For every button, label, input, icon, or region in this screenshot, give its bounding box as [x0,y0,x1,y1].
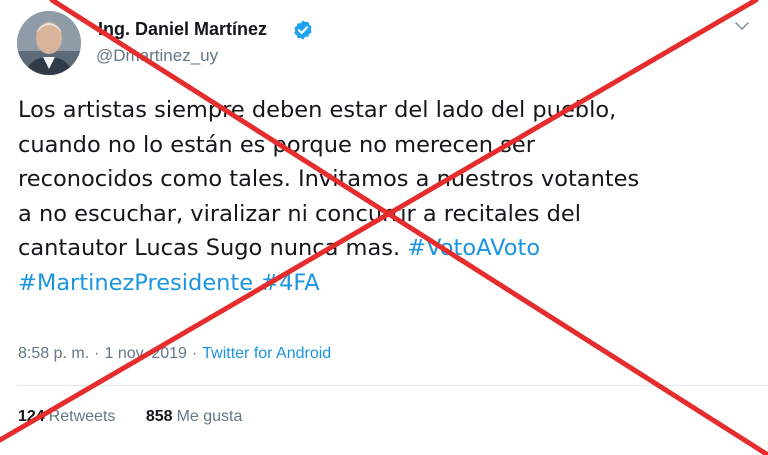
tweet-metadata: 8:58 p. m. · 1 nov. 2019 · Twitter for Andro… [18,345,331,363]
tweet-card: Ing. Daniel Martínez @Dmartinez_uy Los a… [0,0,768,455]
tweet-text: Los artistas siempre deben estar del lad… [18,93,758,301]
tweet-line: reconocidos como tales. Invitamos a nues… [18,166,640,193]
retweets-stat[interactable]: 124 Retweets [18,408,115,425]
chevron-down-icon[interactable] [733,17,751,35]
tweet-time[interactable]: 8:58 p. m. [18,345,89,362]
hashtag-link[interactable]: #VotoAVoto [407,235,540,261]
tweet-date[interactable]: 1 nov. 2019 [104,345,186,362]
tweet-line: cantautor Lucas Sugo nunca mas. #VotoAVo… [18,235,541,262]
avatar[interactable] [17,11,81,75]
tweet-source-link[interactable]: Twitter for Android [202,345,331,362]
retweets-count: 124 [18,408,45,425]
author-name[interactable]: Ing. Daniel Martínez [98,19,267,40]
tweet-line: #MartinezPresidente #4FA [18,266,758,301]
likes-label: Me gusta [176,408,243,425]
tweet-line: Los artistas siempre deben estar del lad… [18,97,617,123]
separator: · [94,345,100,362]
author-handle[interactable]: @Dmartinez_uy [96,46,218,66]
hashtag-link[interactable]: #4FA [260,270,319,296]
retweets-label: Retweets [48,408,116,425]
likes-stat[interactable]: 858 Me gusta [146,408,243,425]
verified-badge-icon [294,20,312,40]
hashtag-link[interactable]: #MartinezPresidente [18,270,253,296]
divider [18,385,768,386]
tweet-stats: 124 Retweets 858 Me gusta [18,408,268,426]
likes-count: 858 [145,408,173,425]
tweet-line: a no escuchar, viralizar ni concurrir a … [18,200,581,227]
tweet-line: cuando no lo están es porque no merecen … [18,131,535,158]
separator: · [191,345,198,362]
